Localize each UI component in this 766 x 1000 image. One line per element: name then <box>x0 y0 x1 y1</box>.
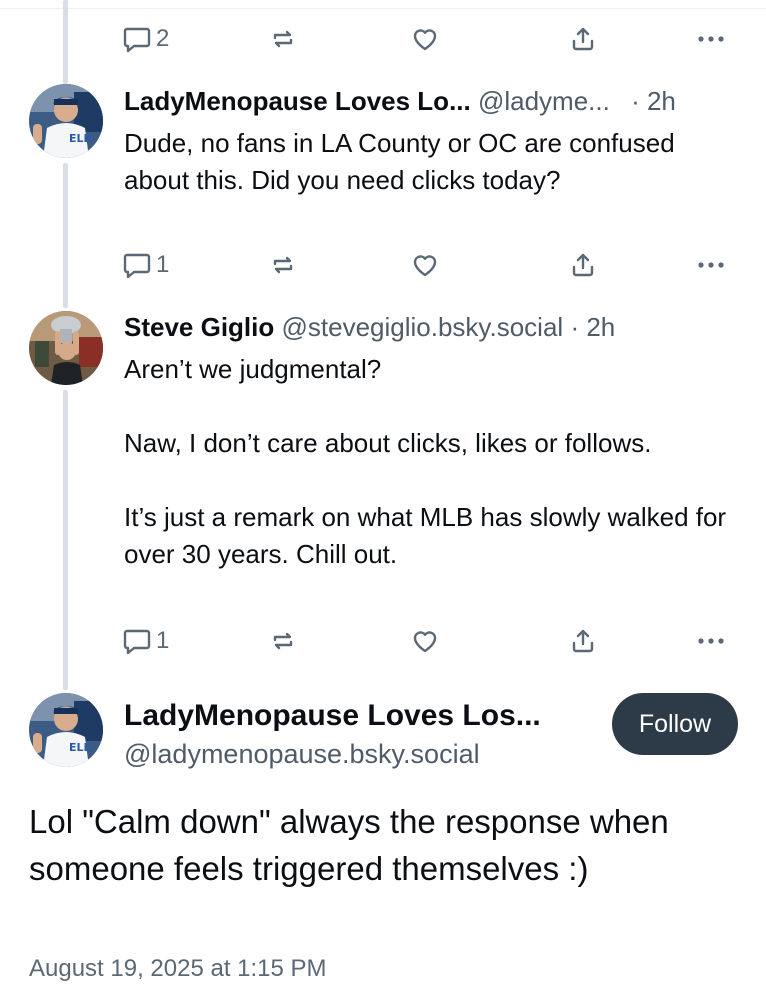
author-name[interactable]: Steve Giglio <box>124 312 274 342</box>
avatar[interactable]: ELE <box>29 84 103 158</box>
like-button[interactable] <box>410 623 440 659</box>
author-name[interactable]: LadyMenopause Loves Lo... <box>124 86 471 116</box>
repost-icon <box>268 24 298 54</box>
share-icon <box>568 626 598 656</box>
repost-button[interactable] <box>268 247 298 283</box>
more-options-button[interactable] <box>694 21 728 57</box>
author-handle[interactable]: @stevegiglio.bsky.social <box>282 312 564 342</box>
svg-text:ELE: ELE <box>69 741 91 754</box>
reply-icon <box>122 24 152 54</box>
share-button[interactable] <box>568 623 598 659</box>
heart-icon <box>410 250 440 280</box>
reply-button[interactable]: 1 <box>122 623 169 659</box>
post-header: Steve Giglio @stevegiglio.bsky.social · … <box>124 310 615 344</box>
reply-count: 1 <box>156 627 170 654</box>
post-time[interactable]: · 2h <box>631 86 676 116</box>
post-actions: 1 <box>120 623 740 659</box>
reply-count: 2 <box>156 25 170 52</box>
repost-button[interactable] <box>268 623 298 659</box>
share-button[interactable] <box>568 21 598 57</box>
reply-icon <box>122 626 152 656</box>
post-actions: 2 <box>120 21 740 57</box>
more-options-icon <box>694 626 728 656</box>
author-handle[interactable]: @ladymenopause.bsky.social <box>124 737 480 771</box>
post-actions: 1 <box>120 247 740 283</box>
repost-button[interactable] <box>268 21 298 57</box>
avatar[interactable]: ELE <box>29 693 103 767</box>
like-button[interactable] <box>410 21 440 57</box>
author-handle[interactable]: @ladyme... <box>478 86 610 116</box>
share-button[interactable] <box>568 247 598 283</box>
reply-icon <box>122 250 152 280</box>
more-options-button[interactable] <box>694 623 728 659</box>
post-time[interactable]: · 2h <box>570 312 615 342</box>
heart-icon <box>410 626 440 656</box>
more-options-button[interactable] <box>694 247 728 283</box>
share-icon <box>568 24 598 54</box>
post-text: Dude, no fans in LA County or OC are con… <box>124 128 682 195</box>
repost-icon <box>268 626 298 656</box>
thread-line <box>63 0 68 84</box>
author-name[interactable]: LadyMenopause Loves Los... <box>124 697 541 735</box>
repost-icon <box>268 250 298 280</box>
svg-text:ELE: ELE <box>69 132 91 145</box>
avatar[interactable] <box>29 311 103 385</box>
more-options-icon <box>694 24 728 54</box>
reply-count: 1 <box>156 251 170 278</box>
thread-line <box>63 390 68 690</box>
reply-button[interactable]: 1 <box>122 247 169 283</box>
more-options-icon <box>694 250 728 280</box>
share-icon <box>568 250 598 280</box>
post-header: LadyMenopause Loves Lo... @ladyme... · 2… <box>124 84 676 118</box>
like-button[interactable] <box>410 247 440 283</box>
reply-button[interactable]: 2 <box>122 21 169 57</box>
post-text: Lol "Calm down" always the response when… <box>29 803 669 887</box>
heart-icon <box>410 24 440 54</box>
post-timestamp: August 19, 2025 at 1:15 PM <box>29 955 327 982</box>
top-divider <box>0 0 766 9</box>
follow-button[interactable]: Follow <box>612 693 738 755</box>
post-text: Aren’t we judgmental? Naw, I don’t care … <box>124 354 727 569</box>
thread-line <box>63 163 68 308</box>
